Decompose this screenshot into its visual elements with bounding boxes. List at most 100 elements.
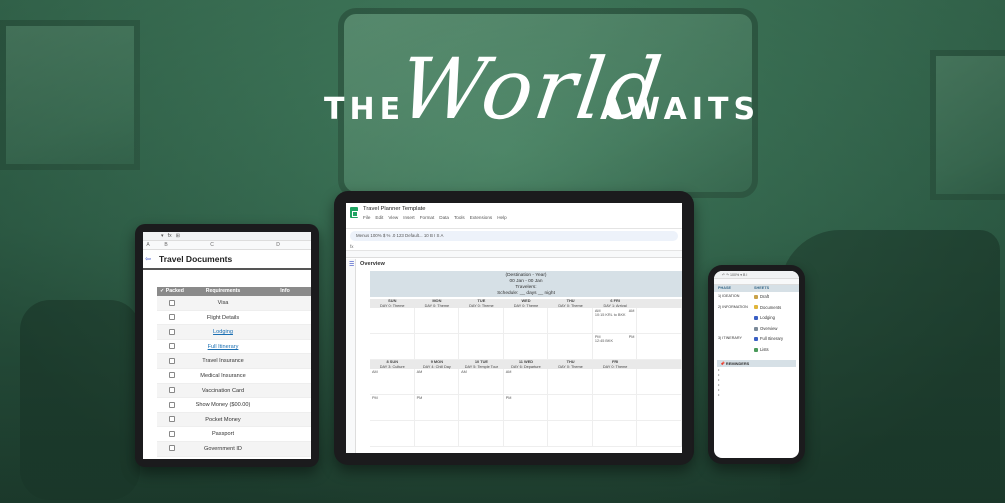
schedule-cell[interactable]: PM [370, 395, 415, 421]
formula-bar[interactable]: fx [346, 243, 682, 251]
schedule-cell[interactable]: AM 10:15 KRL to BKK AM [592, 308, 638, 334]
schedule-cell[interactable] [637, 369, 682, 395]
requirement-link[interactable]: Full Itinerary [187, 340, 259, 355]
menu-item-help[interactable]: Help [497, 215, 506, 220]
schedule-cell[interactable] [592, 369, 638, 395]
schedule-cell[interactable]: AM [503, 369, 549, 395]
reminder-bullet[interactable]: • [714, 392, 799, 397]
packed-checkbox[interactable] [169, 328, 175, 335]
schedule-cell[interactable] [548, 369, 593, 395]
schedule-cell[interactable] [637, 308, 682, 334]
day-theme: DAY 1: Arrival [603, 303, 627, 308]
schedule-cell[interactable]: AM [459, 369, 504, 395]
table-header-row: ✓ Packed Requirements Info [157, 287, 311, 296]
schedule-cell[interactable] [592, 421, 638, 447]
packed-checkbox[interactable] [169, 357, 175, 364]
schedule-cell[interactable] [414, 308, 460, 334]
table-row: Lodging [157, 325, 311, 340]
headline-the: THE [324, 92, 406, 127]
schedule-cell[interactable] [414, 334, 460, 360]
schedule-cell[interactable] [548, 421, 593, 447]
packed-checkbox[interactable] [169, 445, 175, 452]
cell-am: AM [505, 370, 512, 374]
day-theme: DAY 4: Chill Day [422, 364, 451, 369]
schedule-cell[interactable] [637, 395, 682, 421]
schedule-cell[interactable] [459, 308, 504, 334]
requirement-label: Medical Insurance [200, 372, 246, 379]
sheet-icon [754, 326, 758, 331]
schedule-cell[interactable] [548, 308, 593, 334]
day-theme: DAY 0: Theme [380, 303, 405, 308]
menu-item-edit[interactable]: Edit [375, 215, 383, 220]
info-cell [259, 384, 311, 399]
sheet-link[interactable]: Draft [754, 292, 799, 303]
sheet-label: Lists [760, 346, 769, 352]
sheet-link[interactable]: Documents [754, 303, 799, 314]
sheets-header: Travel Planner Template File Edit View Inse… [346, 203, 682, 229]
menu-item-file[interactable]: File [363, 215, 370, 220]
schedule-cell[interactable] [370, 421, 415, 447]
packed-checkbox[interactable] [169, 314, 175, 321]
info-cell [259, 413, 311, 428]
schedule-cell[interactable]: PM [414, 395, 460, 421]
sheet-link[interactable]: Lodging [754, 313, 799, 324]
cell-am-right: AM [628, 309, 635, 313]
schedule-cell[interactable] [548, 334, 593, 360]
day-header: 8 SUN DAY 3: Culture [370, 359, 415, 369]
sheet-link[interactable]: Full Itinerary [754, 334, 799, 345]
menu-item-view[interactable]: View [388, 215, 398, 220]
packed-checkbox[interactable] [169, 299, 175, 306]
schedule-cell[interactable] [503, 334, 549, 360]
packed-checkbox[interactable] [169, 401, 175, 408]
schedule-cell[interactable] [459, 395, 504, 421]
sheet-link[interactable]: Lists [754, 345, 799, 356]
column-header-row [346, 251, 682, 258]
schedule-cell[interactable] [503, 421, 549, 447]
formatting-toolbar[interactable]: Menus 100% $ % .0 123 Default... 10 B I … [350, 231, 678, 241]
day-theme: DAY 0: Theme [513, 303, 539, 308]
table-row: Medical Insurance [157, 369, 311, 384]
menu-item-extensions[interactable]: Extensions [470, 215, 492, 220]
packed-checkbox[interactable] [169, 343, 175, 350]
schedule-cell[interactable] [414, 421, 460, 447]
schedule-cell[interactable] [592, 395, 638, 421]
column-header: B [164, 242, 168, 248]
schedule-cell[interactable] [459, 421, 504, 447]
back-arrow-icon[interactable]: ⇦ [143, 249, 153, 269]
banner-schedule: Schedule: __ days __ night [497, 291, 555, 296]
day-header: 11 WED DAY 6: Departure [504, 359, 549, 369]
menu-item-insert[interactable]: Insert [403, 215, 415, 220]
info-cell [259, 296, 311, 311]
schedule-cell[interactable] [370, 334, 415, 360]
schedule-cell[interactable]: AM [370, 369, 415, 395]
schedule-cell[interactable]: PM [503, 395, 549, 421]
schedule-cell[interactable] [503, 308, 549, 334]
schedule-cell[interactable] [548, 395, 593, 421]
menu-item-data[interactable]: Data [439, 215, 449, 220]
schedule-cell[interactable]: AM [414, 369, 460, 395]
schedule-cell[interactable]: PM 12:45 BKK PM [592, 334, 638, 360]
packed-checkbox[interactable] [169, 430, 175, 437]
packed-cell [157, 442, 187, 457]
packed-checkbox[interactable] [169, 387, 175, 394]
schedule-cell[interactable] [459, 334, 504, 360]
schedule-cell[interactable] [370, 308, 415, 334]
packed-cell [157, 384, 187, 399]
menu-item-tools[interactable]: Tools [454, 215, 465, 220]
schedule-cell[interactable] [637, 421, 682, 447]
left-tablet-screen: ▾ fx ⊞ A B C D ⇦ Travel Documents ✓ Pack… [143, 232, 311, 459]
schedule-cell[interactable] [637, 334, 682, 360]
packed-cell [157, 413, 187, 428]
day-header-empty [637, 360, 682, 369]
sheet-link[interactable]: Overview [754, 324, 799, 335]
document-title[interactable]: Travel Planner Template [363, 206, 507, 212]
requirement-link[interactable]: Lodging [187, 325, 259, 340]
packed-checkbox[interactable] [169, 416, 175, 423]
requirement-label: Passport [211, 431, 235, 438]
menu-item-format[interactable]: Format [420, 215, 435, 220]
packed-checkbox[interactable] [169, 372, 175, 379]
table-row: Full Itinerary [157, 340, 311, 355]
packed-cell [157, 427, 187, 442]
sheet-icon [754, 305, 758, 310]
sheet-list: Draft [754, 292, 799, 303]
